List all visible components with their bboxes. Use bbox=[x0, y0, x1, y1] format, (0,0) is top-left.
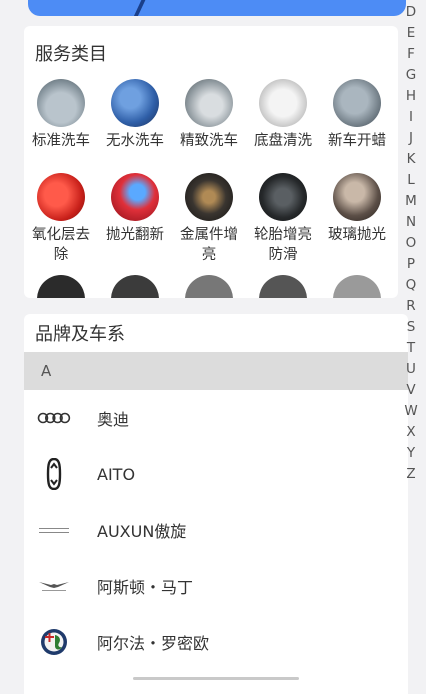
service-item[interactable]: 标准洗车 bbox=[24, 78, 98, 172]
alphabet-index-letter[interactable]: G bbox=[403, 65, 419, 86]
alphabet-index-letter[interactable]: W bbox=[403, 401, 419, 422]
brand-name: 奥迪 bbox=[97, 410, 130, 429]
service-image bbox=[37, 275, 85, 298]
brand-row[interactable]: 阿斯顿・马丁 bbox=[24, 558, 408, 614]
alphabet-index-letter[interactable]: M bbox=[403, 191, 419, 212]
brand-name: 阿尔法・罗密欧 bbox=[97, 634, 210, 653]
fine-wash-icon bbox=[185, 79, 233, 127]
service-item-partial[interactable] bbox=[246, 274, 320, 298]
brand-row[interactable]: AITO bbox=[24, 446, 408, 502]
alphabet-index-letter[interactable]: I bbox=[403, 107, 419, 128]
service-image bbox=[259, 275, 307, 298]
alphabet-index-letter[interactable]: F bbox=[403, 44, 419, 65]
polish-refurbish-icon bbox=[111, 173, 159, 221]
aito-emblem-icon bbox=[46, 458, 62, 490]
alphabet-index-letter[interactable]: L bbox=[403, 170, 419, 191]
brand-name: AUXUN傲旋 bbox=[97, 522, 187, 541]
brand-name: 阿斯顿・马丁 bbox=[97, 578, 194, 597]
service-item-partial[interactable] bbox=[24, 274, 98, 298]
alphabet-index-letter[interactable]: S bbox=[403, 317, 419, 338]
top-banner[interactable] bbox=[28, 0, 406, 16]
letter-group-header: A bbox=[24, 352, 408, 390]
service-label: 底盘清洗 bbox=[254, 133, 312, 149]
brand-series-card: 品牌及车系 A 奥迪 AITO AUXUN傲旋 阿斯顿・马丁 阿尔法・罗密欧 bbox=[24, 314, 408, 694]
audi-logo bbox=[32, 403, 76, 433]
service-label: 玻璃抛光 bbox=[328, 227, 386, 243]
service-label: 精致洗车 bbox=[180, 133, 238, 149]
metal-brighten-icon bbox=[185, 173, 233, 221]
new-car-dewax-icon bbox=[333, 79, 381, 127]
audi-rings-icon bbox=[37, 412, 71, 424]
alphabet-index-letter[interactable]: Z bbox=[403, 464, 419, 485]
aito-logo bbox=[32, 458, 76, 490]
service-label: 氧化层去除 bbox=[32, 227, 90, 263]
service-label: 标准洗车 bbox=[32, 133, 90, 149]
chassis-clean-icon bbox=[259, 79, 307, 127]
service-item[interactable]: 底盘清洗 bbox=[246, 78, 320, 172]
auxun-wordmark-icon bbox=[39, 527, 69, 533]
tire-shine-icon bbox=[259, 173, 307, 221]
service-label: 无水洗车 bbox=[106, 133, 164, 149]
auxun-logo bbox=[32, 515, 76, 545]
alphabet-index-letter[interactable]: Q bbox=[403, 275, 419, 296]
scrollbar[interactable] bbox=[133, 677, 299, 680]
alphabet-index-letter[interactable]: N bbox=[403, 212, 419, 233]
service-item-partial[interactable] bbox=[172, 274, 246, 298]
waterless-wash-icon bbox=[111, 79, 159, 127]
alphabet-index-letter[interactable]: T bbox=[403, 338, 419, 359]
service-section-title: 服务类目 bbox=[35, 44, 107, 65]
service-item-partial[interactable] bbox=[98, 274, 172, 298]
alphabet-index-letter[interactable]: Y bbox=[403, 443, 419, 464]
service-label: 新车开蜡 bbox=[328, 133, 386, 149]
service-image bbox=[333, 275, 381, 298]
service-item-partial[interactable] bbox=[320, 274, 394, 298]
alphabet-index-letter[interactable]: O bbox=[403, 233, 419, 254]
aston-martin-logo bbox=[32, 571, 76, 601]
alphabet-index-letter[interactable]: V bbox=[403, 380, 419, 401]
service-grid: 标准洗车 无水洗车 精致洗车 底盘清洗 新车开蜡 氧化层去除 抛光翻新 金属件增… bbox=[24, 78, 398, 298]
car-wash-standard-icon bbox=[37, 79, 85, 127]
service-item[interactable]: 抛光翻新 bbox=[98, 172, 172, 274]
service-item[interactable]: 金属件增亮 bbox=[172, 172, 246, 274]
alphabet-index-letter[interactable]: R bbox=[403, 296, 419, 317]
service-item[interactable]: 轮胎增亮防滑 bbox=[246, 172, 320, 274]
brand-name: AITO bbox=[97, 464, 136, 484]
alphabet-index-letter[interactable]: X bbox=[403, 422, 419, 443]
alfa-romeo-badge-icon bbox=[41, 629, 67, 655]
service-item[interactable]: 精致洗车 bbox=[172, 78, 246, 172]
alphabet-index-letter[interactable]: E bbox=[403, 23, 419, 44]
service-label: 轮胎增亮防滑 bbox=[254, 227, 312, 263]
service-category-card: 服务类目 标准洗车 无水洗车 精致洗车 底盘清洗 新车开蜡 氧化层去除 抛光翻新 bbox=[24, 26, 398, 298]
alphabet-index-letter[interactable]: H bbox=[403, 86, 419, 107]
alphabet-index-letter[interactable]: K bbox=[403, 149, 419, 170]
banner-graphic bbox=[133, 0, 151, 16]
service-label: 抛光翻新 bbox=[106, 227, 164, 243]
oxidation-removal-icon bbox=[37, 173, 85, 221]
brand-section-title: 品牌及车系 bbox=[35, 324, 125, 345]
glass-polish-icon bbox=[333, 173, 381, 221]
alphabet-index-letter[interactable]: U bbox=[403, 359, 419, 380]
brand-row[interactable]: 阿尔法・罗密欧 bbox=[24, 614, 408, 670]
service-item[interactable]: 玻璃抛光 bbox=[320, 172, 394, 274]
alphabet-index-bar[interactable]: DEFGHIJKLMNOPQRSTUVWXYZ bbox=[403, 2, 419, 485]
brand-row[interactable]: 奥迪 bbox=[24, 390, 408, 446]
alphabet-index-letter[interactable]: J bbox=[403, 128, 419, 149]
aston-martin-wings-icon bbox=[39, 582, 69, 591]
service-item[interactable]: 新车开蜡 bbox=[320, 78, 394, 172]
service-item[interactable]: 氧化层去除 bbox=[24, 172, 98, 274]
service-image bbox=[111, 275, 159, 298]
alphabet-index-letter[interactable]: D bbox=[403, 2, 419, 23]
brand-row[interactable]: AUXUN傲旋 bbox=[24, 502, 408, 558]
service-label: 金属件增亮 bbox=[180, 227, 238, 263]
service-item[interactable]: 无水洗车 bbox=[98, 78, 172, 172]
alfa-romeo-logo bbox=[32, 627, 76, 657]
service-image bbox=[185, 275, 233, 298]
alphabet-index-letter[interactable]: P bbox=[403, 254, 419, 275]
